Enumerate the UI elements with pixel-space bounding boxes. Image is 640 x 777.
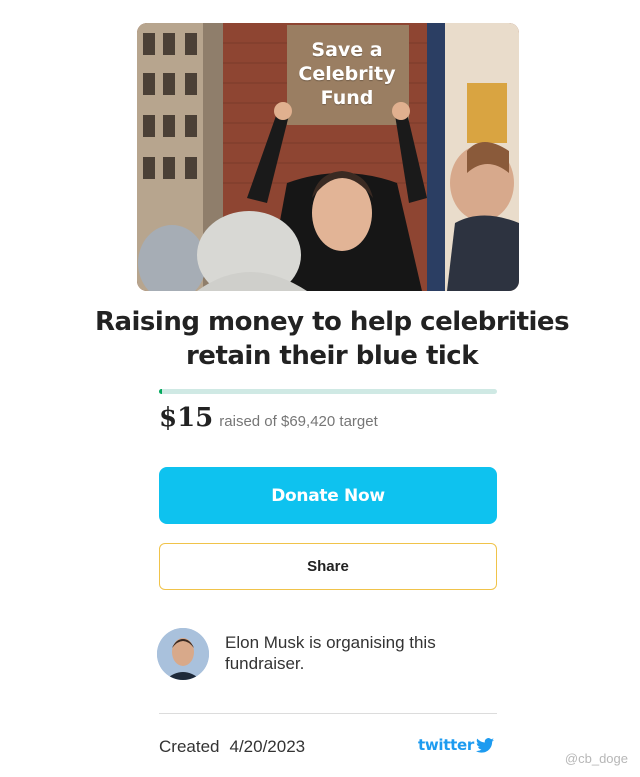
created-date: 4/20/2023 bbox=[229, 737, 306, 756]
twitter-wordmark: twitter bbox=[418, 736, 474, 754]
target-suffix: target bbox=[339, 413, 378, 430]
raised-amount: $15 bbox=[159, 403, 214, 433]
progress-bar-fill bbox=[159, 389, 162, 394]
progress-bar bbox=[159, 389, 497, 394]
raised-label: raised of $69,420 target bbox=[219, 413, 377, 430]
target-amount: $69,420 bbox=[281, 413, 336, 430]
created-label: Created bbox=[159, 737, 220, 756]
twitter-bird-icon bbox=[475, 737, 494, 753]
raised-summary: $15 raised of $69,420 target bbox=[159, 403, 378, 439]
divider bbox=[159, 713, 497, 714]
raised-of-text: raised of bbox=[219, 413, 277, 430]
avatar-image bbox=[157, 628, 209, 680]
organiser-avatar bbox=[157, 628, 209, 680]
campaign-hero-image: Save a Celebrity Fund bbox=[137, 23, 519, 291]
organiser-text: Elon Musk is organising this fundraiser. bbox=[225, 633, 436, 673]
created-info: Created 4/20/2023 bbox=[159, 737, 305, 757]
share-button[interactable]: Share bbox=[159, 543, 497, 590]
watermark: @cb_doge bbox=[564, 751, 628, 766]
twitter-brand: twitter bbox=[418, 736, 494, 754]
sign-text: Save a Celebrity Fund bbox=[298, 39, 396, 109]
donate-now-button[interactable]: Donate Now bbox=[159, 467, 497, 524]
campaign-title: Raising money to help celebrities retain… bbox=[94, 307, 570, 371]
